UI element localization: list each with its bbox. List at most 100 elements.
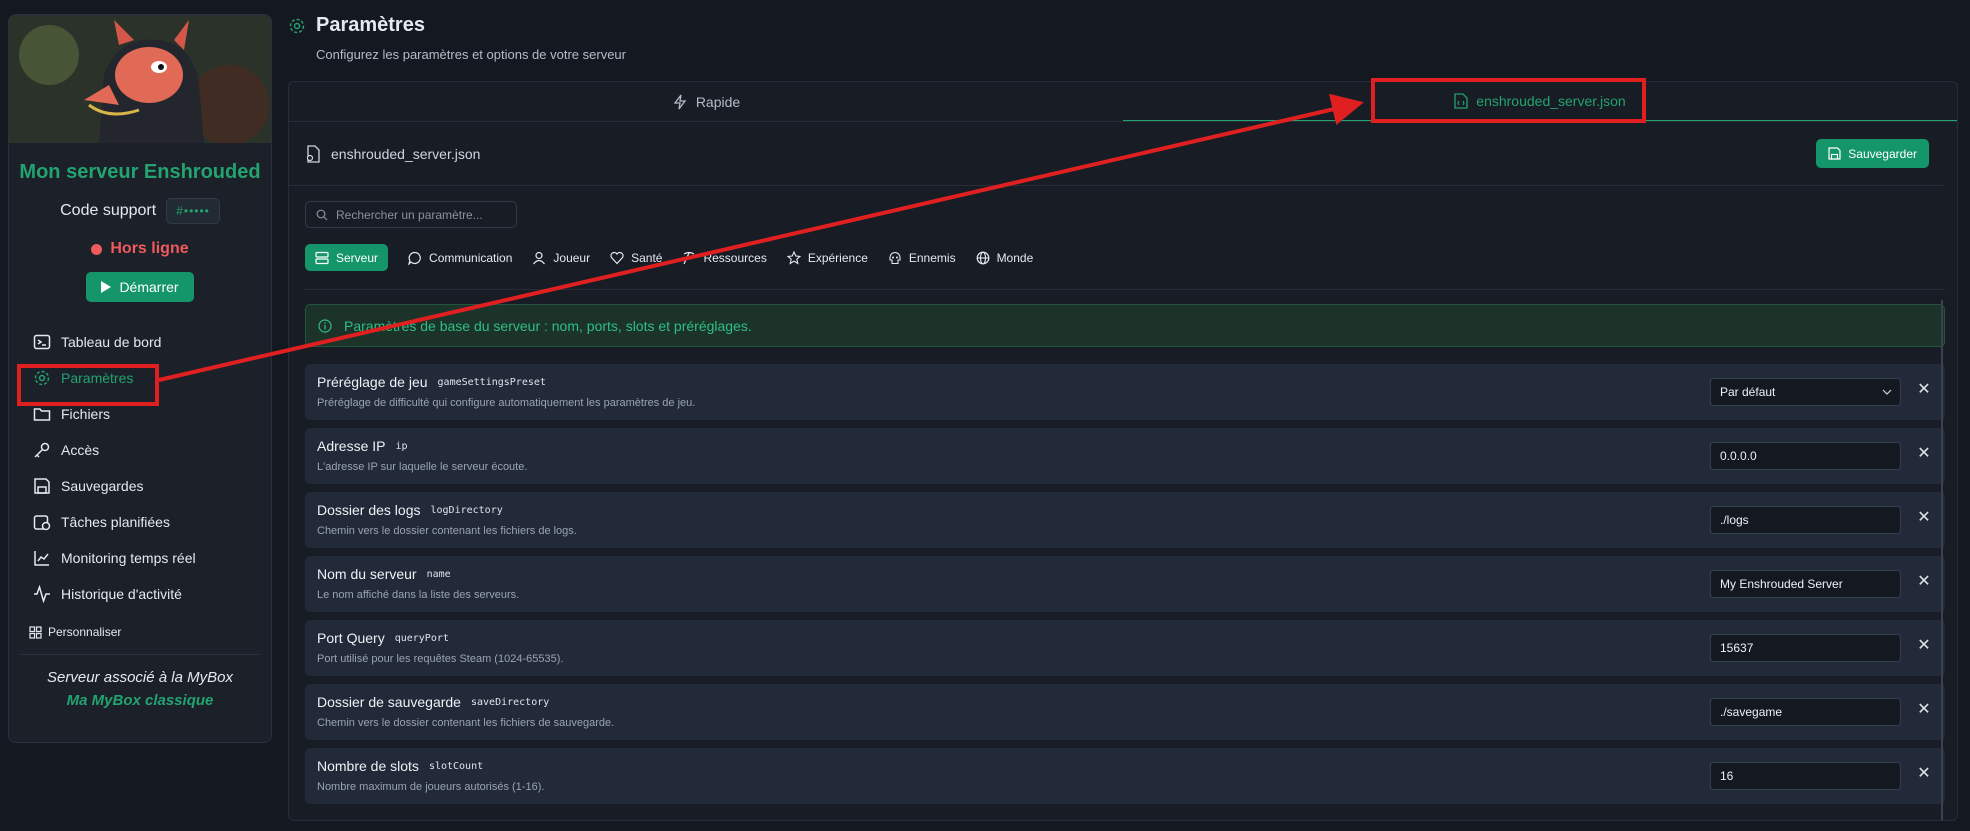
select-value: Par défaut bbox=[1720, 385, 1776, 399]
setting-row: Port Query queryPort Port utilisé pour l… bbox=[305, 620, 1945, 676]
reset-button[interactable]: ✕ bbox=[1917, 702, 1931, 718]
sidebar-item-backups[interactable]: Sauvegardes bbox=[9, 468, 271, 504]
terminal-icon bbox=[33, 334, 51, 350]
floppy-icon bbox=[34, 478, 50, 494]
setting-key: saveDirectory bbox=[470, 696, 550, 708]
reset-button[interactable]: ✕ bbox=[1917, 574, 1931, 590]
category-resources[interactable]: Ressources bbox=[682, 250, 767, 265]
ip-input[interactable]: 0.0.0.0 bbox=[1710, 442, 1901, 470]
user-icon bbox=[533, 251, 546, 264]
setting-row: Adresse IP ip L'adresse IP sur laquelle … bbox=[305, 428, 1945, 484]
personalize-label: Personnaliser bbox=[48, 625, 122, 639]
chevron-down-icon bbox=[1882, 389, 1892, 395]
reset-button[interactable]: ✕ bbox=[1917, 766, 1931, 782]
setting-description: Chemin vers le dossier contenant les fic… bbox=[317, 717, 615, 729]
sidebar-item-activity-history[interactable]: Historique d'activité bbox=[9, 576, 271, 612]
reset-button[interactable]: ✕ bbox=[1917, 638, 1931, 654]
start-button[interactable]: Démarrer bbox=[86, 272, 194, 302]
sidebar-item-label: Tâches planifiées bbox=[61, 514, 170, 530]
setting-key: queryPort bbox=[394, 632, 449, 644]
support-code[interactable]: #••••• bbox=[166, 198, 220, 224]
setting-row: Dossier de sauvegarde saveDirectory Chem… bbox=[305, 684, 1945, 740]
server-name-input[interactable]: My Enshrouded Server bbox=[1710, 570, 1901, 598]
settings-panel: Rapide enshrouded_server.json enshrouded… bbox=[288, 81, 1958, 821]
slot-count-input[interactable]: 16 bbox=[1710, 762, 1901, 790]
sidebar-item-access[interactable]: Accès bbox=[9, 432, 271, 468]
gear-icon bbox=[289, 18, 305, 33]
sidebar-item-scheduled-tasks[interactable]: Tâches planifiées bbox=[9, 504, 271, 540]
personalize-button[interactable]: Personnaliser bbox=[9, 620, 271, 644]
setting-label: Nombre de slots bbox=[317, 758, 419, 774]
category-label: Ennemis bbox=[908, 250, 956, 265]
page-title: Paramètres bbox=[288, 14, 626, 37]
floppy-icon bbox=[1828, 147, 1841, 160]
category-label: Santé bbox=[631, 250, 663, 265]
search-placeholder: Rechercher un paramètre... bbox=[336, 207, 483, 222]
search-input[interactable]: Rechercher un paramètre... bbox=[305, 201, 517, 228]
category-label: Expérience bbox=[807, 250, 868, 265]
category-communication[interactable]: Communication bbox=[408, 251, 512, 265]
log-directory-input[interactable]: ./logs bbox=[1710, 506, 1901, 534]
sidebar-item-label: Historique d'activité bbox=[61, 586, 182, 602]
status-label: Hors ligne bbox=[110, 240, 189, 257]
globe-icon bbox=[976, 251, 989, 264]
sidebar-item-label: Sauvegardes bbox=[61, 478, 144, 494]
grid-icon bbox=[29, 625, 42, 639]
setting-row: Préréglage de jeu gameSettingsPreset Pré… bbox=[305, 364, 1945, 420]
setting-description: Le nom affiché dans la liste des serveur… bbox=[317, 589, 520, 601]
category-player[interactable]: Joueur bbox=[532, 251, 590, 265]
reset-button[interactable]: ✕ bbox=[1917, 510, 1931, 526]
server-icon bbox=[315, 251, 329, 264]
annotation-box-json-tab bbox=[1371, 78, 1646, 123]
search-icon bbox=[316, 209, 328, 220]
setting-row: Nom du serveur name Le nom affiché dans … bbox=[305, 556, 1945, 612]
category-label: Serveur bbox=[336, 250, 379, 265]
category-label: Joueur bbox=[553, 250, 591, 265]
setting-label: Port Query bbox=[317, 630, 385, 646]
sidebar-item-label: Monitoring temps réel bbox=[61, 550, 196, 566]
save-directory-input[interactable]: ./savegame bbox=[1710, 698, 1901, 726]
scrollbar[interactable] bbox=[1941, 300, 1943, 820]
status-dot-icon bbox=[91, 243, 103, 255]
setting-key: logDirectory bbox=[430, 504, 503, 516]
setting-description: Nombre maximum de joueurs autorisés (1-1… bbox=[317, 781, 545, 793]
star-icon bbox=[786, 250, 801, 265]
setting-description: Port utilisé pour les requêtes Steam (10… bbox=[317, 653, 564, 665]
mybox-name-link[interactable]: Ma MyBox classique bbox=[9, 692, 271, 709]
page-title-text: Paramètres bbox=[316, 14, 425, 36]
sidebar-divider bbox=[21, 654, 259, 655]
category-label: Communication bbox=[429, 250, 513, 265]
reset-button[interactable]: ✕ bbox=[1917, 382, 1931, 398]
start-button-label: Démarrer bbox=[119, 279, 179, 295]
save-button-label: Sauvegarder bbox=[1848, 146, 1917, 161]
reset-button[interactable]: ✕ bbox=[1917, 446, 1931, 462]
sidebar-item-dashboard[interactable]: Tableau de bord bbox=[9, 324, 271, 360]
tab-quick[interactable]: Rapide bbox=[289, 82, 1123, 121]
file-name: enshrouded_server.json bbox=[305, 144, 480, 163]
category-health[interactable]: Santé bbox=[610, 251, 662, 265]
category-enemies[interactable]: Ennemis bbox=[888, 251, 956, 265]
calendar-clock-icon bbox=[33, 515, 51, 531]
pickaxe-icon bbox=[683, 251, 695, 264]
preset-select[interactable]: Par défaut bbox=[1710, 378, 1901, 406]
tabs: Rapide enshrouded_server.json bbox=[289, 82, 1957, 122]
setting-description: L'adresse IP sur laquelle le serveur éco… bbox=[317, 461, 528, 473]
setting-key: gameSettingsPreset bbox=[437, 376, 546, 388]
info-text: Paramètres de base du serveur : nom, por… bbox=[344, 317, 752, 334]
category-experience[interactable]: Expérience bbox=[786, 250, 868, 265]
save-button[interactable]: Sauvegarder bbox=[1816, 139, 1929, 168]
file-settings-icon bbox=[306, 144, 320, 163]
sidebar-item-monitoring[interactable]: Monitoring temps réel bbox=[9, 540, 271, 576]
category-server[interactable]: Serveur bbox=[305, 244, 389, 271]
settings-list: Préréglage de jeu gameSettingsPreset Pré… bbox=[305, 364, 1945, 804]
tab-label: Rapide bbox=[695, 93, 741, 110]
setting-label: Dossier de sauvegarde bbox=[317, 694, 461, 710]
support-code-row: Code support #••••• bbox=[9, 198, 271, 224]
category-world[interactable]: Monde bbox=[976, 251, 1033, 265]
query-port-input[interactable]: 15637 bbox=[1710, 634, 1901, 662]
setting-description: Préréglage de difficulté qui configure a… bbox=[317, 397, 696, 409]
chat-icon bbox=[408, 251, 421, 265]
server-status: Hors ligne bbox=[9, 240, 271, 258]
category-label: Ressources bbox=[703, 250, 767, 265]
setting-label: Dossier des logs bbox=[317, 502, 421, 518]
